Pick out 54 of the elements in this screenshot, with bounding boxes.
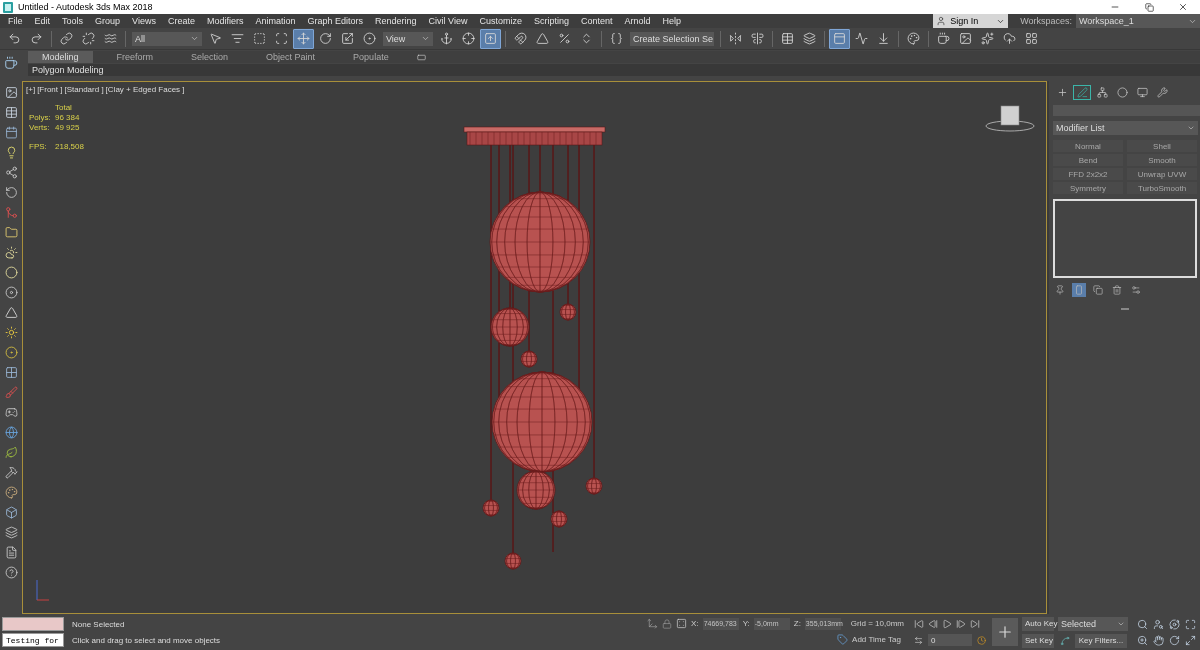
ribbon-tab[interactable]: Object Paint (252, 51, 330, 63)
sign-in-button[interactable]: Sign In (933, 14, 1009, 28)
stat-value: 218,508 (55, 142, 84, 151)
modifier-list-dropdown[interactable]: Modifier List (1053, 121, 1198, 135)
menu-item[interactable]: Views (126, 16, 162, 26)
toolbar-dropdown[interactable]: View (383, 31, 433, 46)
axis-label: Z: (793, 619, 801, 628)
set-key-button[interactable]: Set Key (1022, 633, 1054, 648)
menu-item[interactable]: Arnold (618, 16, 657, 26)
workspaces-label: Workspaces: (1019, 16, 1073, 26)
menu-item[interactable]: Group (89, 16, 127, 26)
stat-label: Verts: (29, 123, 51, 132)
menu-item[interactable]: Animation (249, 16, 302, 26)
stat-value: 49 925 (55, 123, 81, 132)
prompt-text: Click and drag to select and move objects (72, 635, 222, 645)
workspace-dropdown[interactable]: Workspace_1 (1076, 14, 1200, 28)
axis-label: X: (691, 619, 699, 628)
viewport-menu-label[interactable]: [Front ] (37, 85, 63, 94)
menu-item[interactable]: Edit (28, 16, 57, 26)
window-title: Untitled - Autodesk 3ds Max 2018 (18, 2, 153, 12)
ribbon-panel-label[interactable]: Polygon Modeling (28, 65, 108, 75)
listener-output-field[interactable]: Testing for (2, 633, 64, 647)
ribbon-tab[interactable]: Freeform (102, 51, 168, 63)
frame-field[interactable]: 0 (928, 634, 972, 646)
ribbon-tab[interactable]: Populate (339, 51, 403, 63)
selection-status: None Selected (72, 619, 126, 629)
stat-label: FPS: (29, 142, 48, 151)
viewport-menu-label[interactable]: [Clay + Edged Faces ] (105, 85, 185, 94)
menu-item[interactable]: Create (161, 16, 201, 26)
menu-item[interactable]: Scripting (527, 16, 575, 26)
key-filters-button[interactable]: Key Filters... (1075, 633, 1127, 648)
menu-item[interactable]: Help (656, 16, 687, 26)
key-set-dropdown[interactable]: Selected (1058, 616, 1128, 631)
ribbon-tab[interactable]: Selection (177, 51, 243, 63)
viewport[interactable]: [+] [Front ] [Standard ] [Clay + Edged Faces ] Total Polys: 96 384 Verts: 49 925 FPS: 218,508 (22, 81, 1047, 614)
menu-item[interactable]: File (2, 16, 29, 26)
toolbar-dropdown[interactable]: All (132, 31, 202, 46)
menu-item[interactable]: Tools (56, 16, 90, 26)
stat-value: 96 384 (55, 113, 81, 122)
stat-label: Polys: (29, 113, 52, 122)
menu-item[interactable]: Rendering (369, 16, 423, 26)
menu-item[interactable]: Content (574, 16, 619, 26)
ribbon-tab[interactable]: Modeling (28, 51, 93, 63)
toolbar-dropdown[interactable]: Create Selection Se (630, 31, 714, 46)
viewport-menu-label[interactable]: [Standard ] (64, 85, 104, 94)
menu-item[interactable]: Graph Editors (301, 16, 369, 26)
viewport-menu-label[interactable]: [+] (26, 85, 36, 94)
grid-spacing: Grid = 10,0mm (850, 619, 904, 628)
add-time-tag-button[interactable]: Add Time Tag (837, 632, 901, 647)
menu-item[interactable]: Civil View (422, 16, 474, 26)
axis-label: Y: (742, 619, 750, 628)
menu-item[interactable]: Customize (473, 16, 528, 26)
menu-item[interactable]: Modifiers (200, 16, 250, 26)
stats-heading: Total (55, 103, 73, 112)
